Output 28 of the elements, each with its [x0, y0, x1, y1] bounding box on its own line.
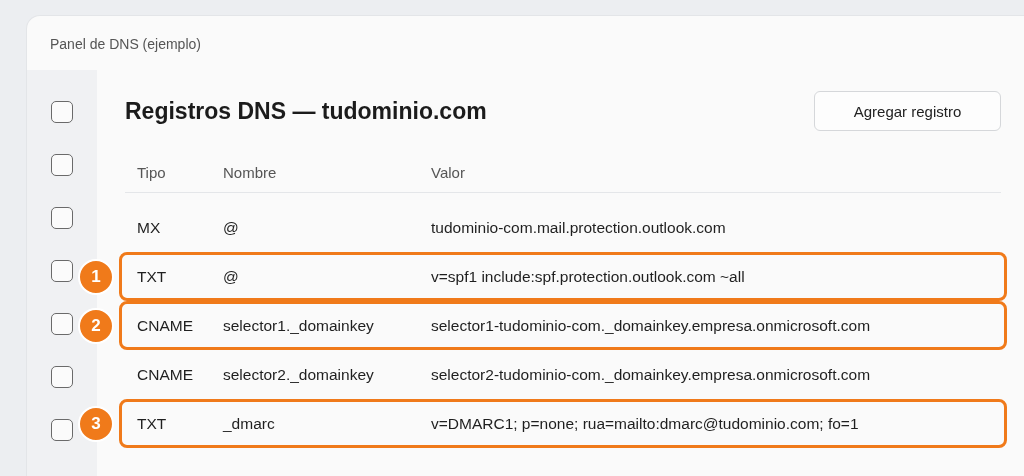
table-cell-text: TXT	[137, 414, 168, 433]
table-cell: v=DMARC1; p=none; rua=mailto:dmarc@tudominio.com; fo=1	[431, 414, 859, 433]
table-cell-text: @	[223, 218, 240, 237]
table-cell-text: @	[223, 267, 240, 286]
table-cell-text: TXT	[137, 267, 168, 286]
table-cell-text: MX	[137, 218, 162, 237]
table-cell: selector2-tudominio-com._domainkey.empresa.onmicrosoft.com	[431, 365, 871, 384]
checkbox[interactable]	[51, 260, 73, 282]
table-cell-text: CNAME	[137, 365, 194, 384]
checkbox[interactable]	[51, 419, 73, 441]
checkbox[interactable]	[51, 366, 73, 388]
table-cell-text: CNAME	[137, 316, 194, 335]
checkbox[interactable]	[51, 207, 73, 229]
checkbox[interactable]	[51, 101, 73, 123]
checkbox[interactable]	[51, 313, 73, 335]
table-cell-text: _dmarc	[223, 414, 276, 433]
page-heading: Registros DNS — tudominio.com	[125, 97, 487, 125]
add-record-button[interactable]: Agregar registro	[814, 91, 1001, 131]
table-cell: v=spf1 include:spf.protection.outlook.com ~all	[431, 267, 745, 286]
column-header: Tipo	[137, 164, 167, 181]
table-cell: tudominio-com.mail.protection.outlook.com	[431, 218, 726, 237]
table-cell: selector1-tudominio-com._domainkey.empresa.onmicrosoft.com	[431, 316, 871, 335]
checkbox[interactable]	[51, 154, 73, 176]
table-cell-text: selector1._domainkey	[223, 316, 375, 335]
column-header: Valor	[431, 164, 465, 181]
window-title: Panel de DNS (ejemplo)	[49, 35, 202, 54]
column-header: Nombre	[223, 164, 278, 181]
table-cell-text: selector2._domainkey	[223, 365, 375, 384]
